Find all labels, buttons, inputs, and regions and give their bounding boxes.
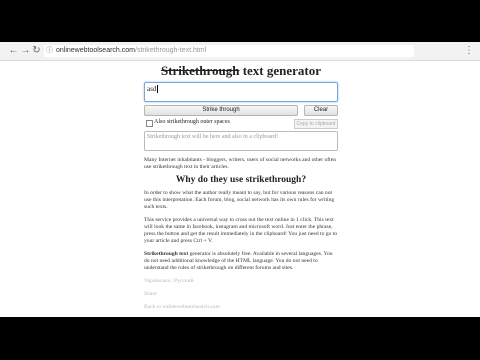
menu-dots-icon[interactable]: ⋮ xyxy=(464,45,474,56)
arrow-left-icon[interactable]: ← xyxy=(8,45,19,56)
address-path: /strikethrough-text.html xyxy=(135,47,207,54)
share-link[interactable]: Share xyxy=(144,291,338,298)
intro-text: Many Internet inhabitants - bloggers, wr… xyxy=(144,157,337,170)
clear-button[interactable]: Clear xyxy=(304,105,338,116)
outer-spaces-label: Also strikethrough outer spaces xyxy=(154,119,230,125)
language-links[interactable]: Українська | Русский xyxy=(144,278,338,285)
copy-clipboard-button[interactable]: Copy to clipboard xyxy=(294,119,338,129)
section-title: Why do they use strikethrough? xyxy=(175,175,307,185)
paragraph-1: In order to show what the author really … xyxy=(144,190,335,210)
page-content: Strikethrough text generator asd Strike … xyxy=(144,61,338,311)
text-input-value: asd xyxy=(147,85,157,93)
text-input[interactable]: asd xyxy=(144,82,338,102)
paragraph-3: Strikethrough text generator is absolute… xyxy=(144,251,338,272)
options-row: Also strikethrough outer spaces Copy to … xyxy=(144,118,338,129)
output-field[interactable]: Strikethrough text will be here and also… xyxy=(144,131,338,151)
title-strike-word: Strikethrough xyxy=(160,63,240,78)
title-rest: text generator xyxy=(239,63,322,78)
page-title: Strikethrough text generator xyxy=(144,63,338,79)
outer-spaces-checkbox[interactable] xyxy=(146,120,153,127)
video-frame: ← → ↻ ⓘ onlinewebtoolsearch.com/strikethr… xyxy=(0,0,480,360)
info-icon: ⓘ xyxy=(46,47,53,54)
browser-window: ← → ↻ ⓘ onlinewebtoolsearch.com/strikethr… xyxy=(0,42,480,317)
arrow-right-icon[interactable]: → xyxy=(20,45,31,56)
reload-icon[interactable]: ↻ xyxy=(31,45,42,56)
back-link[interactable]: Back to onlinewebtoolsearch.com xyxy=(144,304,338,311)
paragraph-2: This service provides a universal way to… xyxy=(144,217,338,244)
text-cursor xyxy=(157,85,161,93)
address-domain: onlinewebtoolsearch.com xyxy=(56,47,135,54)
paragraph-3-bold: Strikethrough text xyxy=(144,251,189,257)
address-bar[interactable]: ⓘ onlinewebtoolsearch.com/strikethrough-t… xyxy=(44,45,414,57)
button-row: Strike through Clear xyxy=(144,105,338,116)
browser-toolbar: ← → ↻ ⓘ onlinewebtoolsearch.com/strikethr… xyxy=(0,42,480,61)
strike-through-button[interactable]: Strike through xyxy=(144,105,298,116)
